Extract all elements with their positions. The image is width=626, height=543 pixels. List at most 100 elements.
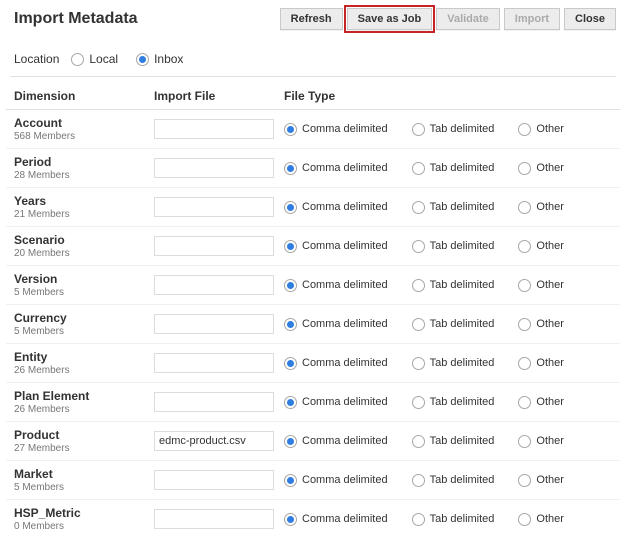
radio-icon [518,162,531,175]
import-file-input[interactable] [154,158,274,178]
file-type-label: Other [536,318,564,330]
import-file-input[interactable] [154,197,274,217]
dimension-cell: Market5 Members [6,461,146,500]
table-row: Period28 Members Comma delimited Tab delim… [6,149,620,188]
table-row: Plan Element26 Members Comma delimited Tab… [6,383,620,422]
file-type-radio-other[interactable]: Other [518,240,564,253]
import-file-cell [146,500,276,536]
import-file-cell [146,461,276,500]
radio-icon [412,357,425,370]
col-import-file: Import File [146,83,276,110]
radio-icon [284,357,297,370]
dimension-name: Market [14,467,138,481]
import-file-input[interactable] [154,314,274,334]
file-type-radio-comma[interactable]: Comma delimited [284,123,388,136]
dimension-members: 5 Members [14,482,138,493]
file-type-radio-tab[interactable]: Tab delimited [412,357,495,370]
radio-icon [412,123,425,136]
dimension-members: 21 Members [14,209,138,220]
dimension-name: Period [14,155,138,169]
dimension-cell: Period28 Members [6,149,146,188]
file-type-radio-other[interactable]: Other [518,318,564,331]
location-inbox-label: Inbox [154,52,183,66]
file-type-radio-tab[interactable]: Tab delimited [412,240,495,253]
file-type-radio-comma[interactable]: Comma delimited [284,513,388,526]
validate-button[interactable]: Validate [436,8,500,30]
location-radio-inbox[interactable]: Inbox [136,52,183,66]
file-type-cell: Comma delimited Tab delimited Other [276,266,620,305]
file-type-radio-tab[interactable]: Tab delimited [412,318,495,331]
file-type-label: Tab delimited [430,123,495,135]
dimension-cell: HSP_Metric0 Members [6,500,146,536]
import-file-input[interactable] [154,353,274,373]
refresh-button[interactable]: Refresh [280,8,343,30]
radio-icon [518,357,531,370]
file-type-radio-tab[interactable]: Tab delimited [412,201,495,214]
divider [10,76,616,77]
file-type-label: Tab delimited [430,201,495,213]
file-type-radio-comma[interactable]: Comma delimited [284,435,388,448]
file-type-cell: Comma delimited Tab delimited Other [276,110,620,149]
close-button[interactable]: Close [564,8,616,30]
import-file-input[interactable] [154,509,274,529]
file-type-label: Other [536,201,564,213]
file-type-label: Comma delimited [302,513,388,525]
file-type-radio-other[interactable]: Other [518,279,564,292]
import-file-cell [146,344,276,383]
file-type-radio-other[interactable]: Other [518,357,564,370]
file-type-label: Tab delimited [430,162,495,174]
import-file-input[interactable] [154,236,274,256]
radio-icon [284,435,297,448]
file-type-radio-tab[interactable]: Tab delimited [412,474,495,487]
file-type-radio-tab[interactable]: Tab delimited [412,279,495,292]
radio-icon [412,513,425,526]
file-type-radio-comma[interactable]: Comma delimited [284,201,388,214]
file-type-radio-tab[interactable]: Tab delimited [412,513,495,526]
location-local-label: Local [89,52,118,66]
file-type-radio-other[interactable]: Other [518,513,564,526]
import-button[interactable]: Import [504,8,560,30]
import-file-input[interactable] [154,119,274,139]
radio-icon [136,53,149,66]
table-row: Scenario20 MembersComma delimitedTab del… [6,227,620,266]
import-file-input[interactable] [154,275,274,295]
scroll-container[interactable]: Dimension Import File File Type Account5… [6,83,620,535]
file-type-radio-comma[interactable]: Comma delimited [284,357,388,370]
file-type-radio-other[interactable]: Other [518,201,564,214]
file-type-radio-comma[interactable]: Comma delimited [284,240,388,253]
table-header-row: Dimension Import File File Type [6,83,620,110]
import-file-input[interactable] [154,431,274,451]
radio-icon [284,513,297,526]
file-type-radio-comma[interactable]: Comma delimited [284,162,388,175]
dimension-members: 0 Members [14,521,138,532]
import-file-input[interactable] [154,470,274,490]
import-file-input[interactable] [154,392,274,412]
file-type-radio-other[interactable]: Other [518,435,564,448]
file-type-radio-tab[interactable]: Tab delimited [412,435,495,448]
file-type-radio-other[interactable]: Other [518,396,564,409]
file-type-radio-comma[interactable]: Comma delimited [284,318,388,331]
file-type-group: Comma delimited Tab delimited Other [284,318,620,331]
col-dimension: Dimension [6,83,146,110]
file-type-label: Comma delimited [302,435,388,447]
file-type-radio-tab[interactable]: Tab delimited [412,162,495,175]
file-type-group: Comma delimited Tab delimited Other [284,123,620,136]
file-type-radio-other[interactable]: Other [518,474,564,487]
dimension-cell: Plan Element26 Members [6,383,146,422]
save-as-job-button[interactable]: Save as Job [347,8,433,30]
location-radio-local[interactable]: Local [71,52,118,66]
file-type-radio-other[interactable]: Other [518,123,564,136]
file-type-radio-comma[interactable]: Comma delimited [284,279,388,292]
file-type-radio-comma[interactable]: Comma delimited [284,474,388,487]
file-type-radio-comma[interactable]: Comma delimited [284,396,388,409]
import-file-cell [146,266,276,305]
file-type-label: Other [536,279,564,291]
file-type-radio-other[interactable]: Other [518,162,564,175]
file-type-radio-tab[interactable]: Tab delimited [412,123,495,136]
dimension-members: 568 Members [14,131,138,142]
radio-icon [284,279,297,292]
dimension-name: Account [14,116,138,130]
file-type-cell: Comma delimited Tab delimited Other [276,227,620,266]
radio-icon [412,396,425,409]
file-type-radio-tab[interactable]: Tab delimited [412,396,495,409]
